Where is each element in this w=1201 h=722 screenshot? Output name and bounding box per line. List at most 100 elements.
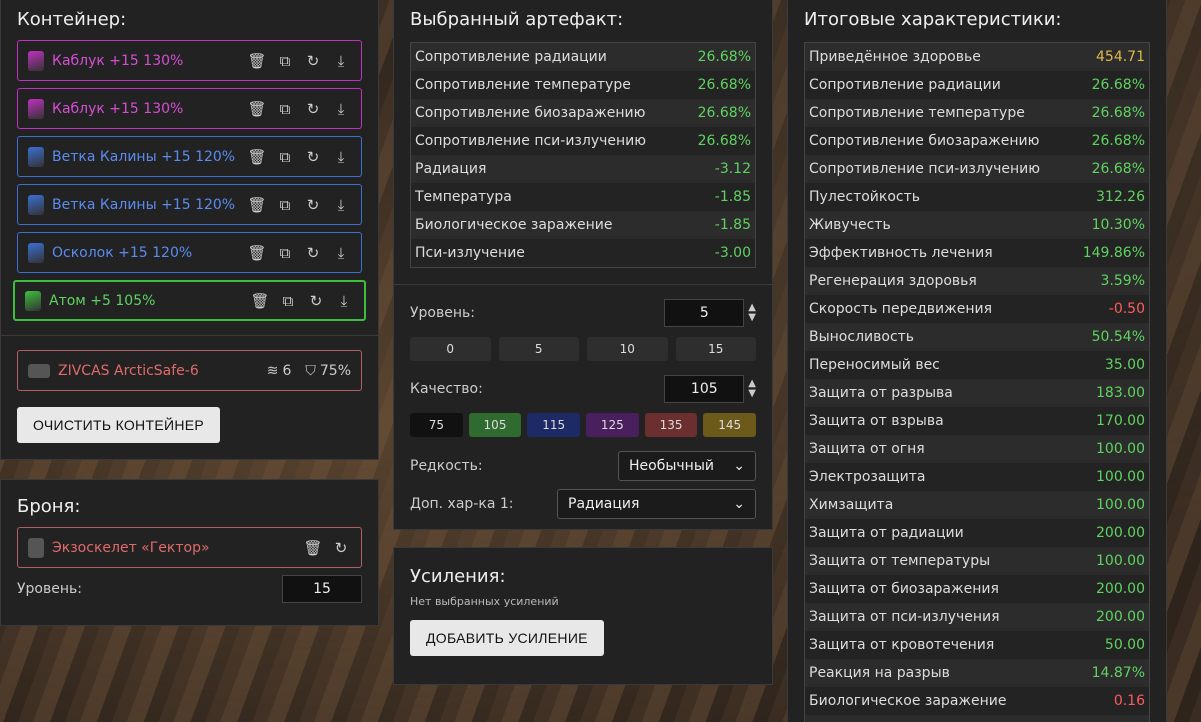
stat-row: Живучесть 10.30% [805, 211, 1149, 239]
artifact-level-input[interactable]: 5 [664, 299, 745, 327]
extra-stat-label: Доп. хар-ка 1: [410, 496, 514, 512]
quality-preset-button[interactable]: 145 [703, 413, 757, 437]
stat-value: 2.50 [1070, 715, 1149, 722]
armor-level-input[interactable]: 15 [282, 575, 362, 603]
rarity-value: Необычный [629, 458, 714, 474]
chevron-down-icon[interactable]: ▼ [748, 313, 756, 323]
stat-name: Защита от температуры [805, 547, 1071, 575]
stat-name: Переносимый вес [805, 351, 1071, 379]
stat-value: 170.00 [1070, 407, 1149, 435]
level-preset-button[interactable]: 15 [675, 337, 756, 361]
level-spinner[interactable]: ▲ ▼ [748, 303, 756, 323]
refresh-icon[interactable]: ↻ [303, 51, 323, 71]
refresh-icon[interactable]: ↻ [303, 147, 323, 167]
download-icon[interactable]: ⤓ [331, 147, 351, 167]
download-icon[interactable]: ⤓ [334, 291, 354, 311]
artifact-icon [28, 146, 44, 167]
container-title: Контейнер: [17, 9, 127, 30]
stat-row: Сопротивление радиации 26.68% [805, 71, 1149, 99]
chevron-down-icon: ⌄ [733, 458, 745, 474]
stat-name: Радиация [411, 155, 685, 183]
boosts-title: Усиления: [410, 566, 506, 587]
copy-icon[interactable]: ⧉ [275, 147, 295, 167]
stat-row: Радиация -3.12 [411, 155, 755, 183]
container-item-name: Ветка Калины +15 120% [52, 196, 236, 213]
copy-icon[interactable]: ⧉ [275, 99, 295, 119]
stat-row: Сопротивление радиации 26.68% [411, 43, 755, 71]
stat-row: Защита от огня 100.00 [805, 435, 1149, 463]
refresh-icon[interactable]: ↻ [303, 99, 323, 119]
stat-value: -1.85 [684, 183, 755, 211]
download-icon[interactable]: ⤓ [331, 51, 351, 71]
trash-icon[interactable]: 🗑 [247, 195, 267, 215]
download-icon[interactable]: ⤓ [331, 195, 351, 215]
trash-icon[interactable]: 🗑 [247, 243, 267, 263]
stat-value: 26.68% [1070, 127, 1149, 155]
quality-preset-button[interactable]: 135 [644, 413, 698, 437]
stat-name: Реакция на разрыв [805, 659, 1071, 687]
armor-level-label: Уровень: [17, 581, 82, 597]
artifact-icon [25, 290, 41, 311]
container-item[interactable]: Ветка Калины +15 120% 🗑 ⧉ ↻ ⤓ [17, 136, 362, 177]
container-item-name: Ветка Калины +15 120% [52, 148, 236, 165]
refresh-icon[interactable]: ↻ [303, 195, 323, 215]
refresh-icon[interactable]: ↻ [306, 291, 326, 311]
container-box-name: ZIVCAS ArcticSafe-6 [58, 362, 199, 379]
quality-spinner[interactable]: ▲ ▼ [748, 379, 756, 399]
stat-name: Защита от биозаражения [805, 575, 1071, 603]
rarity-select[interactable]: Необычный ⌄ [618, 451, 756, 481]
container-item[interactable]: Атом +5 105% 🗑 ⧉ ↻ ⤓ [13, 280, 366, 321]
artifact-stats-table: Сопротивление радиации 26.68% Сопротивлени… [411, 43, 755, 267]
stat-name: Скорость передвижения [805, 295, 1071, 323]
copy-icon[interactable]: ⧉ [275, 243, 295, 263]
download-icon[interactable]: ⤓ [331, 99, 351, 119]
clear-container-button[interactable]: ОЧИСТИТЬ КОНТЕЙНЕР [17, 407, 221, 443]
stat-row: Сопротивление температуре 26.68% [411, 71, 755, 99]
trash-icon[interactable]: 🗑 [247, 51, 267, 71]
stat-name: Регенерация здоровья [805, 267, 1071, 295]
refresh-icon[interactable]: ↻ [331, 538, 351, 558]
quality-label: Качество: [410, 381, 483, 397]
refresh-icon[interactable]: ↻ [303, 243, 323, 263]
quality-preset-button[interactable]: 115 [527, 413, 581, 437]
trash-icon[interactable]: 🗑 [247, 99, 267, 119]
quality-preset-button[interactable]: 125 [586, 413, 639, 437]
extra-stat-select[interactable]: Радиация ⌄ [557, 489, 756, 519]
artifact-icon [28, 50, 44, 71]
quality-input[interactable]: 105 [664, 375, 745, 403]
armor-item[interactable]: Экзоскелет «Гектор» 🗑 ↻ [17, 527, 362, 568]
quality-preset-button[interactable]: 105 [468, 413, 522, 437]
level-preset-button[interactable]: 0 [410, 337, 491, 361]
stat-value: -3.00 [684, 239, 755, 267]
container-item[interactable]: Ветка Калины +15 120% 🗑 ⧉ ↻ ⤓ [17, 184, 362, 225]
chevron-down-icon: ⌄ [733, 496, 745, 512]
download-icon[interactable]: ⤓ [331, 243, 351, 263]
quality-preset-button[interactable]: 75 [410, 413, 463, 437]
container-item[interactable]: Осколок +15 120% 🗑 ⧉ ↻ ⤓ [17, 232, 362, 273]
stat-value: 26.68% [1070, 71, 1149, 99]
stat-value: 26.68% [684, 71, 755, 99]
container-box[interactable]: ZIVCAS ArcticSafe-6 ≋ 6 ⛉ 75% [17, 350, 362, 391]
stat-value: 100.00 [1070, 435, 1149, 463]
stat-row: Защита от биозаражения 200.00 [805, 575, 1149, 603]
trash-icon[interactable]: 🗑 [303, 538, 323, 558]
stat-name: Защита от кровотечения [805, 631, 1071, 659]
copy-icon[interactable]: ⧉ [275, 51, 295, 71]
copy-icon[interactable]: ⧉ [278, 291, 298, 311]
level-preset-button[interactable]: 5 [498, 337, 579, 361]
stat-name: Защита от радиации [805, 519, 1071, 547]
stat-name: Сопротивление радиации [411, 43, 685, 71]
stat-row: Защита от разрыва 183.00 [805, 379, 1149, 407]
shield-icon: ⛉ [305, 362, 316, 379]
container-item-name: Каблук +15 130% [52, 52, 184, 69]
trash-icon[interactable]: 🗑 [247, 147, 267, 167]
container-item[interactable]: Каблук +15 130% 🗑 ⧉ ↻ ⤓ [17, 88, 362, 129]
add-boost-button[interactable]: ДОБАВИТЬ УСИЛЕНИЕ [410, 620, 604, 656]
level-preset-button[interactable]: 10 [587, 337, 668, 361]
container-item-name: Каблук +15 130% [52, 100, 184, 117]
container-item[interactable]: Каблук +15 130% 🗑 ⧉ ↻ ⤓ [17, 40, 362, 81]
trash-icon[interactable]: 🗑 [250, 291, 270, 311]
chevron-down-icon[interactable]: ▼ [748, 389, 756, 399]
copy-icon[interactable]: ⧉ [275, 195, 295, 215]
stat-name: Сопротивление биозаражению [805, 127, 1071, 155]
